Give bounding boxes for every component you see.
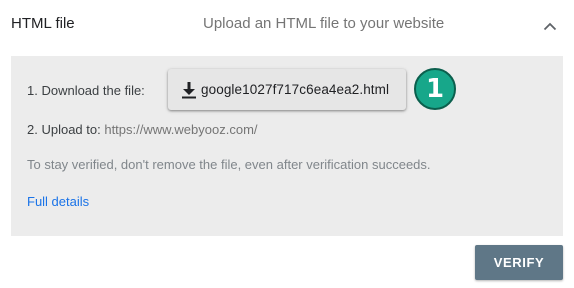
step-upload: 2. Upload to: https://www.webyooz.com/: [27, 122, 258, 137]
file-name-label: google1027f717c6ea4ea2.html: [201, 82, 390, 97]
method-subtitle: Upload an HTML file to your website: [203, 15, 445, 32]
step-upload-label: 2. Upload to:: [27, 122, 101, 137]
verify-button[interactable]: VERIFY: [475, 245, 563, 280]
step-number-badge: 1: [414, 68, 456, 110]
verification-note: To stay verified, don't remove the file,…: [27, 157, 431, 172]
upload-url: https://www.webyooz.com/: [104, 122, 258, 137]
download-icon: [181, 81, 197, 99]
full-details-link[interactable]: Full details: [27, 194, 89, 209]
method-header[interactable]: HTML file Upload an HTML file to your we…: [0, 0, 574, 52]
step-download-label: 1. Download the file:: [27, 83, 145, 98]
download-file-button[interactable]: google1027f717c6ea4ea2.html: [168, 69, 406, 110]
instructions-panel: 1. Download the file: google1027f717c6ea…: [11, 56, 563, 236]
chevron-up-icon[interactable]: [538, 14, 562, 38]
method-title: HTML file: [11, 15, 75, 32]
